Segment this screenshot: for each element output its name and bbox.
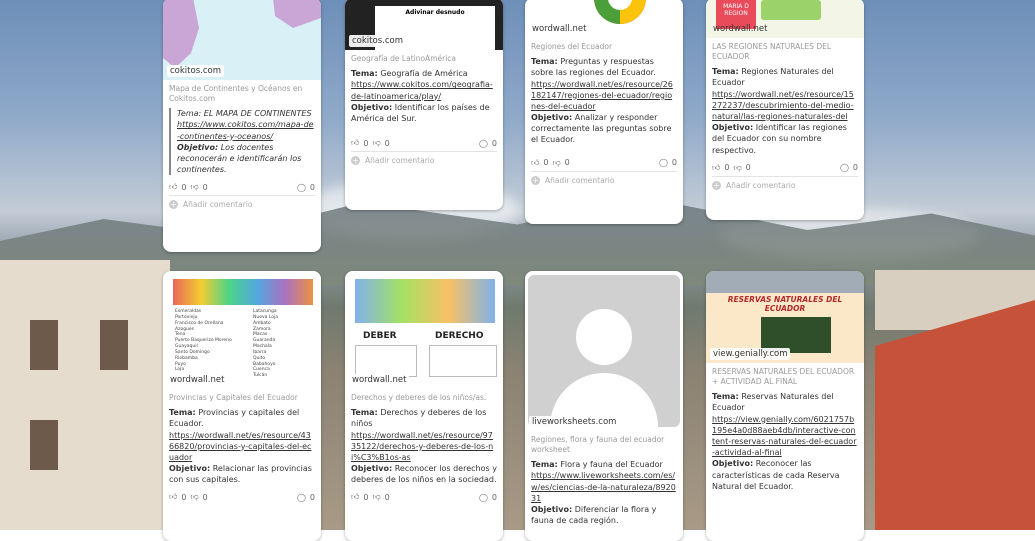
post-actions: 👍︎ 0 👎︎ 0 ◯ 0 (169, 182, 315, 192)
dislike-icon[interactable]: 👎︎ (552, 158, 560, 168)
padlet-post[interactable]: cokitos.com Mapa de Continentes y Océano… (163, 0, 321, 252)
capitals-list: Latacunga Nueva Loja Ambato Zamora Macas Guar… (253, 309, 279, 379)
source-label: wordwall.net (349, 374, 410, 386)
comment-icon[interactable]: ◯ (479, 493, 488, 502)
post-link[interactable]: https://wordwall.net/es/resource/9735122… (351, 431, 493, 462)
post-link[interactable]: https://wordwall.net/es/resource/2618214… (531, 80, 673, 111)
padlet-post[interactable]: MARIA D REGION wordwall.net LAS REGIONES… (706, 0, 864, 220)
padlet-post[interactable]: ⋮ liveworksheets.com Regiones, flora y f… (525, 271, 683, 541)
source-label: wordwall.net (532, 24, 587, 34)
post-title: Regiones, flora y fauna del ecuador work… (531, 435, 665, 455)
plus-icon: + (712, 180, 721, 190)
post-body: Tema: Derechos y deberes de los niños ht… (351, 408, 497, 485)
post-thumbnail[interactable]: MARIA D REGION wordwall.net (706, 0, 864, 38)
padlet-post[interactable]: wordwall.net Regiones del Ecuador Tema: … (525, 0, 683, 224)
padlet-post[interactable]: Adivinar desnudo cokitos.com Geografía d… (345, 0, 503, 210)
thumbnail-title: RESERVAS NATURALES DEL ECUADOR (727, 295, 843, 313)
post-thumbnail[interactable]: liveworksheets.com (525, 271, 683, 431)
add-comment-button[interactable]: + Añadir comentario (706, 177, 864, 196)
plus-icon: + (531, 175, 540, 185)
post-title: Mapa de Continentes y Océanos en Cokitos… (169, 84, 303, 104)
like-icon[interactable]: 👍︎ (169, 182, 177, 192)
plus-icon: + (169, 200, 178, 210)
derecho-heading: DERECHO (435, 331, 484, 341)
comment-icon[interactable]: ◯ (479, 139, 488, 148)
post-actions: 👍︎ 0 👎︎ 0 ◯ 0 (531, 157, 677, 168)
post-link[interactable]: https://www.cokitos.com/mapa-de-continen… (177, 120, 314, 140)
post-actions: 👍︎ 0 👎︎ 0 ◯ 0 (169, 492, 315, 502)
plus-icon: + (351, 156, 360, 166)
padlet-post[interactable]: ⋮ RESERVAS NATURALES DEL ECUADOR view.ge… (706, 271, 864, 541)
dislike-icon[interactable]: 👎︎ (372, 138, 380, 148)
post-body: Tema: Geografía de América https://www.c… (351, 69, 493, 123)
post-thumbnail[interactable]: RESERVAS NATURALES DEL ECUADOR view.geni… (706, 271, 864, 363)
source-label: liveworksheets.com (529, 416, 620, 428)
post-body: Tema: Flora y fauna del Ecuador https://… (531, 460, 676, 526)
post-thumbnail[interactable]: Adivinar desnudo cokitos.com (345, 0, 503, 53)
post-thumbnail[interactable]: DEBER DERECHO wordwall.net (345, 271, 503, 389)
building-background (0, 260, 170, 530)
source-label: wordwall.net (713, 24, 768, 34)
post-body: Tema: Preguntas y respuestas sobre las r… (531, 57, 673, 145)
post-link[interactable]: https://wordwall.net/es/resource/1527223… (712, 90, 854, 121)
post-body: Tema: Provincias y capitales del Ecuador… (169, 408, 312, 485)
post-body: Tema: Regiones Naturales del Ecuador htt… (712, 67, 854, 155)
source-label: cokitos.com (167, 65, 224, 77)
post-link[interactable]: https://www.cokitos.com/geografia-de-lat… (351, 80, 493, 100)
post-title: RESERVAS NATURALES DEL ECUADOR + ACTIVID… (712, 367, 855, 387)
dislike-icon[interactable]: 👎︎ (190, 182, 198, 192)
source-label: cokitos.com (349, 35, 406, 47)
comment-icon[interactable]: ◯ (297, 493, 306, 502)
add-comment-button[interactable]: + Añadir comentario (163, 196, 321, 215)
post-actions: 👍︎ 0 👎︎ 0 ◯ 0 (351, 138, 497, 148)
post-title: Regiones del Ecuador (531, 42, 613, 51)
post-title: Derechos y deberes de los niños/as. (351, 393, 487, 402)
padlet-post[interactable]: ⋮ EsmeraldasPortoviejoFrancisco de Orell… (163, 271, 321, 541)
like-icon[interactable]: 👍︎ (351, 138, 359, 148)
post-actions: 👍︎ 0 👎︎ 0 ◯ 0 (351, 492, 497, 502)
post-link[interactable]: https://wordwall.net/es/resource/4366820… (169, 431, 311, 462)
provinces-list: Esmeraldas Portoviejo Francisco de Orellan… (175, 309, 232, 373)
like-icon[interactable]: 👍︎ (712, 163, 720, 173)
comment-icon[interactable]: ◯ (659, 158, 668, 167)
add-comment-button[interactable]: + Añadir comentario (525, 172, 683, 191)
post-body: Tema: Reservas Naturales del Ecuador htt… (712, 392, 857, 491)
padlet-post[interactable]: ⋮ DEBER DERECHO wordwall.net Derechos y … (345, 271, 503, 541)
post-thumbnail[interactable]: wordwall.net (525, 0, 683, 38)
post-quote: Tema: EL MAPA DE CONTINENTES https://www… (169, 108, 315, 176)
like-icon[interactable]: 👍︎ (169, 492, 177, 502)
like-icon[interactable]: 👍︎ (531, 158, 539, 168)
add-comment-button[interactable]: + Añadir comentario (345, 152, 503, 171)
post-actions: 👍︎ 0 👎︎ 0 ◯ 0 (712, 162, 858, 173)
post-thumbnail[interactable]: Esmeraldas Portoviejo Francisco de Orellan… (163, 271, 321, 389)
comment-icon[interactable]: ◯ (840, 163, 849, 172)
deber-heading: DEBER (363, 331, 397, 341)
source-label: wordwall.net (167, 374, 228, 386)
dislike-icon[interactable]: 👎︎ (372, 492, 380, 502)
source-label: view.genially.com (710, 348, 791, 360)
post-thumbnail[interactable]: cokitos.com (163, 0, 321, 80)
dislike-icon[interactable]: 👎︎ (733, 163, 741, 173)
comment-icon[interactable]: ◯ (297, 183, 306, 192)
like-icon[interactable]: 👍︎ (351, 492, 359, 502)
default-avatar-image (528, 275, 680, 427)
post-link[interactable]: https://www.liveworksheets.com/es/w/es/c… (531, 471, 676, 502)
dislike-icon[interactable]: 👎︎ (190, 492, 198, 502)
post-title: Provincias y Capitales del Ecuador (169, 393, 298, 402)
post-title: LAS REGIONES NATURALES DEL ECUADOR (712, 42, 832, 62)
post-link[interactable]: https://view.genially.com/6021757b195e4a… (712, 415, 857, 458)
